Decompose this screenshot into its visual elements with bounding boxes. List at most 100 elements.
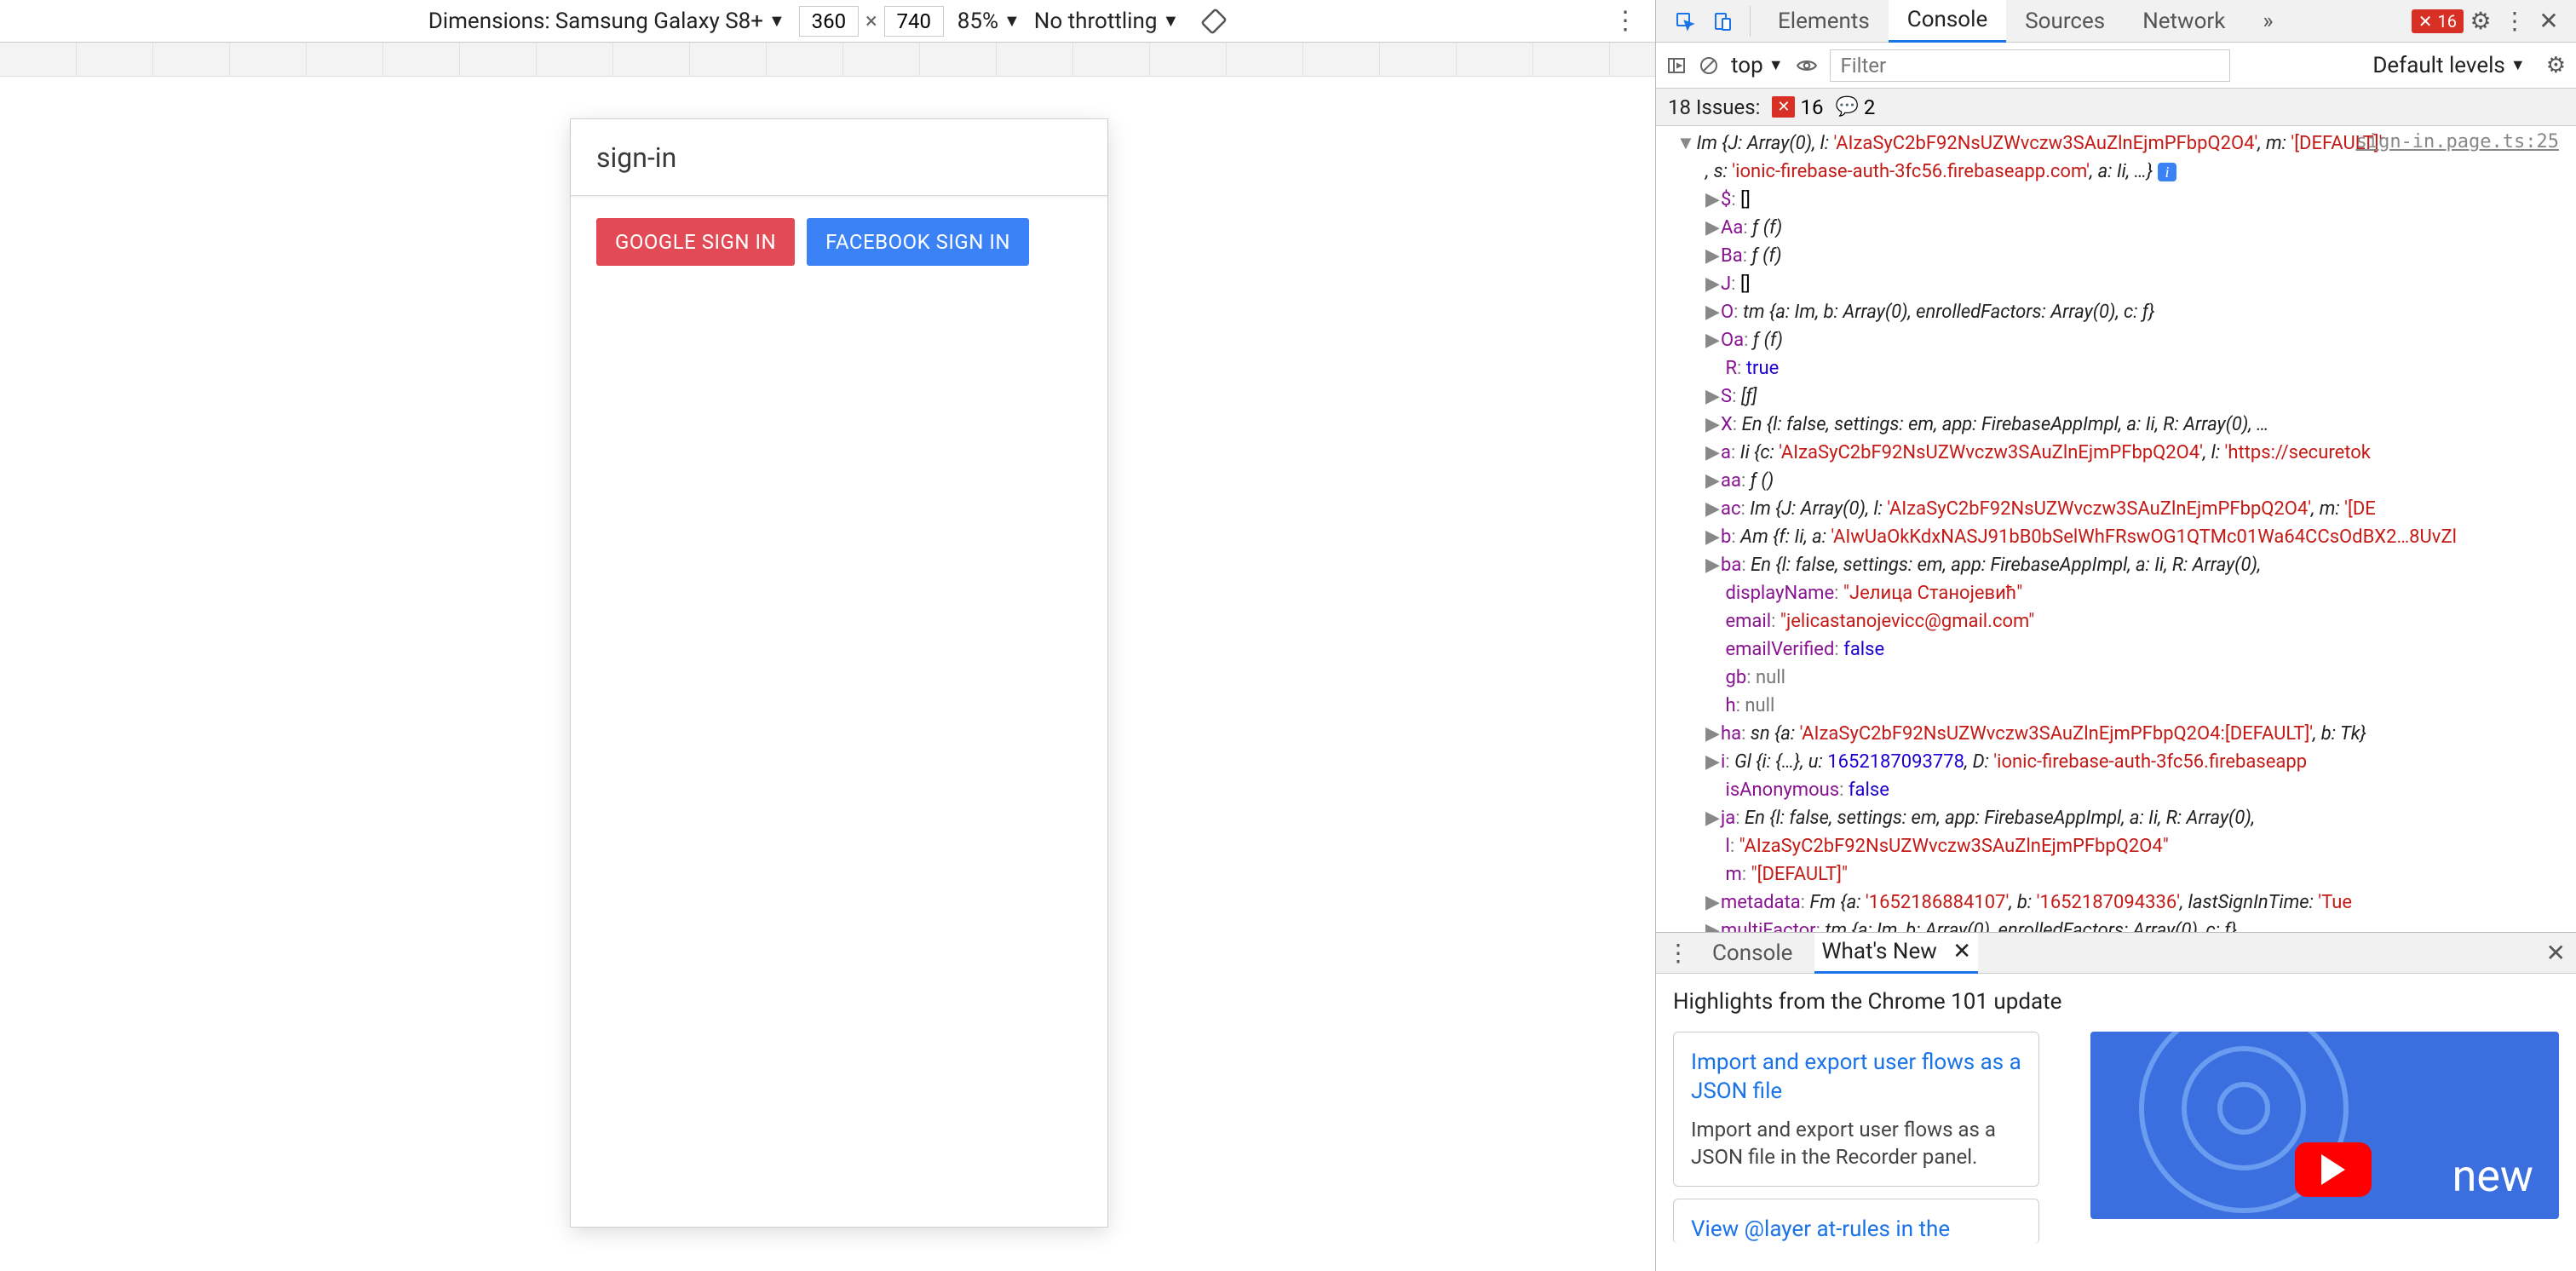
google-signin-button[interactable]: GOOGLE SIGN IN: [596, 218, 795, 266]
app-header: sign-in: [571, 119, 1107, 196]
log-prop[interactable]: ▶ja: En {l: false, settings: em, app: Fi…: [1676, 804, 2576, 832]
log-prop[interactable]: ▶ba: En {l: false, settings: em, app: Fi…: [1676, 551, 2576, 579]
clear-icon: [1699, 55, 1719, 76]
device-selector[interactable]: Dimensions: Samsung Galaxy S8+ ▼: [428, 9, 785, 34]
tab-elements[interactable]: Elements: [1759, 0, 1889, 43]
dimensions-label: Dimensions:: [428, 9, 550, 34]
log-levels-selector[interactable]: Default levels▼: [2372, 53, 2525, 78]
whatsnew-video[interactable]: new: [2090, 1032, 2559, 1219]
sidebar-icon: [1666, 55, 1687, 76]
height-input[interactable]: [884, 6, 944, 37]
log-prop[interactable]: ▶multiFactor: tm {a: Im, b: Array(0), en…: [1676, 917, 2576, 932]
log-prop[interactable]: ▶$: []: [1676, 186, 2576, 214]
log-prop[interactable]: ▶i: Gl {i: {…}, u: 1652187093778, D: 'io…: [1676, 748, 2576, 776]
log-prop[interactable]: ▶Aa: ƒ (f): [1676, 214, 2576, 242]
toggle-sidebar-button[interactable]: [1666, 55, 1687, 76]
log-prop: gb: null: [1676, 664, 2576, 692]
log-prop: email: "jelicastanojevicc@gmail.com": [1676, 607, 2576, 636]
log-prop: h: null: [1676, 692, 2576, 720]
whatsnew-card[interactable]: Import and export user flows as a JSON f…: [1673, 1032, 2039, 1187]
log-prop: isAnonymous: false: [1676, 776, 2576, 804]
toggle-device-button[interactable]: [1704, 3, 1741, 40]
log-prop[interactable]: ▶b: Am {f: Ii, a: 'AIwUaOkKdxNASJ91bB0bS…: [1676, 523, 2576, 551]
whatsnew-panel: Highlights from the Chrome 101 update Im…: [1656, 974, 2576, 1271]
issues-messages-chip: 💬2: [1835, 95, 1875, 119]
devtools-tabs: Elements Console Sources Network » ✕16 ⚙…: [1656, 0, 2576, 43]
kebab-menu-button[interactable]: ⋮: [2498, 7, 2532, 35]
ruler-bar: [0, 43, 1655, 77]
issues-label: 18 Issues:: [1668, 95, 1760, 119]
tab-console[interactable]: Console: [1889, 0, 2006, 43]
source-link[interactable]: sign-in.page.ts:25: [2356, 128, 2559, 156]
video-new-label: new: [2452, 1150, 2533, 1202]
drawer-more-button[interactable]: ⋮: [1666, 939, 1690, 967]
close-drawer-button[interactable]: ✕: [2546, 939, 2566, 967]
device-mode-pane: Dimensions: Samsung Galaxy S8+ ▼ × 85% ▼…: [0, 0, 1655, 1271]
facebook-signin-button[interactable]: FACEBOOK SIGN IN: [807, 218, 1029, 266]
width-input[interactable]: [799, 6, 859, 37]
info-icon[interactable]: i: [2158, 163, 2176, 181]
error-x-icon: ✕: [2418, 11, 2433, 32]
whatsnew-card[interactable]: View @layer at-rules in the: [1673, 1199, 2039, 1244]
chevron-down-icon: ▼: [1768, 56, 1784, 74]
log-entry: , s: 'ionic-firebase-auth-3fc56.firebase…: [1676, 158, 2576, 186]
tab-network[interactable]: Network: [2124, 0, 2244, 43]
card-title: Import and export user flows as a JSON f…: [1691, 1048, 2021, 1106]
expand-icon[interactable]: ▼: [1676, 129, 1692, 158]
context-selector[interactable]: top▼: [1731, 53, 1784, 78]
devtools-pane: Elements Console Sources Network » ✕16 ⚙…: [1655, 0, 2576, 1271]
chevron-down-icon: ▼: [1162, 10, 1179, 32]
play-icon: [2295, 1142, 2372, 1197]
log-prop: m: "[DEFAULT]": [1676, 860, 2576, 889]
inspect-icon: [1675, 11, 1695, 32]
tab-sources[interactable]: Sources: [2006, 0, 2124, 43]
chevron-down-icon: ▼: [768, 10, 785, 32]
error-count-badge[interactable]: ✕16: [2412, 9, 2464, 33]
device-viewport: sign-in GOOGLE SIGN IN FACEBOOK SIGN IN: [571, 119, 1107, 1227]
log-prop[interactable]: ▶X: En {l: false, settings: em, app: Fir…: [1676, 411, 2576, 439]
console-output[interactable]: sign-in.page.ts:25 ▼ Im {J: Array(0), l:…: [1656, 126, 2576, 932]
tab-more[interactable]: »: [2244, 0, 2291, 43]
app-body: GOOGLE SIGN IN FACEBOOK SIGN IN: [571, 196, 1107, 288]
log-prop[interactable]: ▶Oa: ƒ (f): [1676, 326, 2576, 354]
issues-bar[interactable]: 18 Issues: ✕16 💬2: [1656, 89, 2576, 126]
dimension-inputs: ×: [799, 6, 944, 37]
log-prop[interactable]: ▶O: tm {a: Im, b: Array(0), enrolledFact…: [1676, 298, 2576, 326]
log-prop[interactable]: ▶ac: Im {J: Array(0), l: 'AIzaSyC2bF92Ns…: [1676, 495, 2576, 523]
zoom-selector[interactable]: 85% ▼: [957, 9, 1021, 34]
clear-console-button[interactable]: [1699, 55, 1719, 76]
live-expression-button[interactable]: [1796, 55, 1818, 77]
filter-input[interactable]: [1830, 49, 2230, 82]
log-prop: R: true: [1676, 354, 2576, 382]
close-devtools-button[interactable]: ✕: [2532, 7, 2566, 35]
more-options-button[interactable]: ⋮: [1613, 6, 1638, 36]
eye-icon: [1796, 55, 1818, 77]
rotate-button[interactable]: [1201, 9, 1227, 34]
chevron-down-icon: ▼: [1003, 10, 1021, 32]
log-prop[interactable]: ▶metadata: Fm {a: '1652186884107', b: '1…: [1676, 889, 2576, 917]
console-settings-button[interactable]: ⚙: [2546, 53, 2566, 78]
close-tab-icon[interactable]: ✕: [1952, 939, 1971, 964]
device-name: Samsung Galaxy S8+: [555, 9, 763, 34]
card-title: View @layer at-rules in the: [1691, 1215, 2021, 1244]
page-title: sign-in: [596, 141, 676, 174]
drawer-tab-console[interactable]: Console: [1705, 933, 1799, 974]
device-toolbar: Dimensions: Samsung Galaxy S8+ ▼ × 85% ▼…: [0, 0, 1655, 43]
log-prop[interactable]: ▶S: [ƒ]: [1676, 382, 2576, 411]
log-prop[interactable]: ▶ha: sn {a: 'AIzaSyC2bF92NsUZWvczw3SAuZl…: [1676, 720, 2576, 748]
log-prop[interactable]: ▶Ba: ƒ (f): [1676, 242, 2576, 270]
throttling-value: No throttling: [1034, 9, 1158, 34]
zoom-value: 85%: [957, 9, 998, 34]
inspect-element-button[interactable]: [1666, 3, 1704, 40]
log-prop[interactable]: ▶J: []: [1676, 270, 2576, 298]
divider: [1750, 6, 1751, 37]
settings-button[interactable]: ⚙: [2464, 7, 2498, 35]
log-prop[interactable]: ▶aa: ƒ (): [1676, 467, 2576, 495]
drawer-tabs: ⋮ Console What's New ✕ ✕: [1656, 933, 2576, 974]
log-prop[interactable]: ▶a: Ii {c: 'AIzaSyC2bF92NsUZWvczw3SAuZln…: [1676, 439, 2576, 467]
drawer-tab-whatsnew[interactable]: What's New ✕: [1814, 933, 1978, 974]
throttling-selector[interactable]: No throttling ▼: [1034, 9, 1179, 34]
console-toolbar: top▼ Default levels▼ ⚙: [1656, 43, 2576, 89]
log-prop: emailVerified: false: [1676, 636, 2576, 664]
whatsnew-heading: Highlights from the Chrome 101 update: [1673, 989, 2559, 1015]
